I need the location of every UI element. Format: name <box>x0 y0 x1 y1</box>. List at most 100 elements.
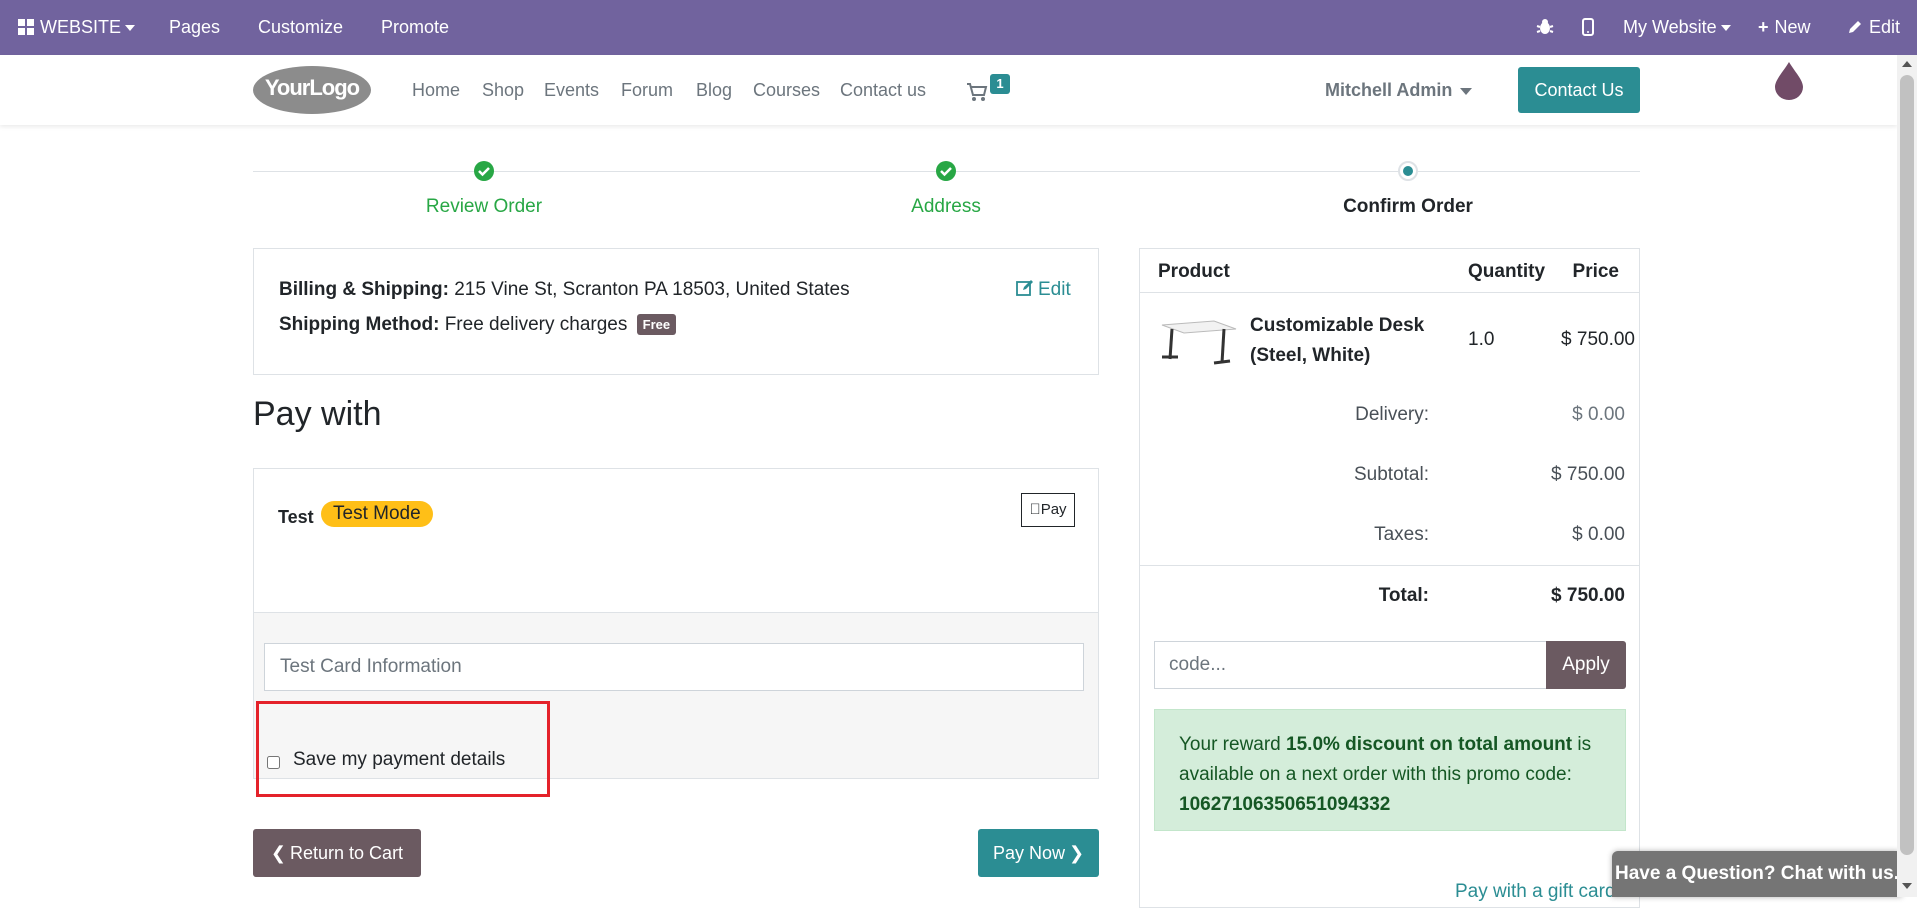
scroll-down-icon[interactable] <box>1902 883 1912 889</box>
current-step-icon <box>1398 161 1418 181</box>
site-logo[interactable]: YourLogo <box>252 65 372 115</box>
billing-address-line: Billing & Shipping: 215 Vine St, Scranto… <box>279 279 850 301</box>
header-divider <box>1140 292 1639 293</box>
provider-name: Test <box>278 507 314 527</box>
customize-menu[interactable]: Customize <box>258 0 343 55</box>
total-label: Total: <box>1378 585 1429 606</box>
nav-home[interactable]: Home <box>412 55 460 125</box>
user-menu[interactable]: Mitchell Admin <box>1325 55 1473 125</box>
apps-grid-icon <box>18 19 34 35</box>
reward-discount: 15.0% discount on total amount <box>1286 734 1573 755</box>
my-website-label: My Website <box>1623 17 1717 37</box>
edit-icon <box>1016 280 1033 296</box>
logo-text: YourLogo <box>264 75 360 100</box>
shipping-label: Shipping Method: <box>279 314 440 335</box>
free-badge: Free <box>636 314 677 336</box>
check-circle-icon <box>936 161 956 181</box>
mobile-icon <box>1582 18 1594 36</box>
subtotal-value: $ 750.00 <box>1551 464 1625 485</box>
edit-button[interactable]: Edit <box>1847 0 1900 55</box>
pay-with-heading: Pay with <box>253 395 382 433</box>
edit-label: Edit <box>1038 279 1071 300</box>
col-header-product: Product <box>1158 261 1230 282</box>
test-mode-badge: Test Mode <box>321 501 433 527</box>
order-summary: Product Quantity Price Customizable Desk… <box>1139 248 1640 908</box>
return-to-cart-button[interactable]: ❮ Return to Cart <box>253 829 421 877</box>
pencil-icon <box>1849 21 1861 33</box>
total-value: $ 750.00 <box>1551 585 1625 606</box>
reward-alert: Your reward 15.0% discount on total amou… <box>1154 709 1626 831</box>
check-circle-icon <box>474 161 494 181</box>
step-review-order[interactable]: Review Order <box>334 196 634 218</box>
delivery-value: $ 0.00 <box>1572 404 1625 425</box>
scroll-thumb[interactable] <box>1900 75 1914 855</box>
caret-down-icon <box>125 25 136 32</box>
nav-courses[interactable]: Courses <box>753 55 820 125</box>
taxes-label: Taxes: <box>1374 524 1429 545</box>
shipping-value: Free delivery charges <box>444 314 628 335</box>
nav-shop[interactable]: Shop <box>482 55 524 125</box>
chevron-left-icon: ❮ <box>270 843 287 863</box>
admin-bar: WEBSITE Pages Customize Promote My Websi… <box>0 0 1917 55</box>
site-header: YourLogo Home Shop Events Forum Blog Cou… <box>0 55 1897 125</box>
product-quantity: 1.0 <box>1468 329 1495 350</box>
card-info-input[interactable] <box>264 643 1084 691</box>
shipping-method-line: Shipping Method: Free delivery charges F… <box>279 314 677 336</box>
plus-icon: + <box>1758 17 1769 37</box>
col-header-quantity: Quantity <box>1468 261 1546 282</box>
edit-address-link[interactable]: Edit <box>1016 279 1071 301</box>
return-label: Return to Cart <box>290 843 404 863</box>
total-divider <box>1140 565 1639 566</box>
billing-shipping-box: Billing & Shipping: 215 Vine St, Scranto… <box>253 248 1099 375</box>
my-website-menu[interactable]: My Website <box>1623 0 1731 55</box>
pay-now-button[interactable]: Pay Now ❯ <box>978 829 1099 877</box>
delivery-label: Delivery: <box>1355 404 1429 425</box>
col-header-price: Price <box>1572 261 1619 282</box>
contact-us-button[interactable]: Contact Us <box>1518 67 1640 113</box>
nav-blog[interactable]: Blog <box>696 55 732 125</box>
step-address[interactable]: Address <box>796 196 1096 218</box>
apple-pay-logo: Pay <box>1021 493 1075 527</box>
taxes-value: $ 0.00 <box>1572 524 1625 545</box>
nav-events[interactable]: Events <box>544 55 599 125</box>
gift-card-link[interactable]: Pay with a gift card <box>1455 881 1616 903</box>
save-payment-label[interactable]: Save my payment details <box>293 749 505 771</box>
edit-label: Edit <box>1869 17 1901 37</box>
bug-icon <box>1536 19 1554 34</box>
payment-details-area: Save my payment details <box>254 613 1098 797</box>
reward-prefix: Your reward <box>1179 734 1287 755</box>
subtotal-label: Subtotal: <box>1354 464 1429 485</box>
nav-forum[interactable]: Forum <box>621 55 673 125</box>
billing-label: Billing & Shipping: <box>279 279 449 300</box>
new-label: New <box>1774 17 1811 37</box>
odoo-drop-icon <box>1775 62 1803 100</box>
mobile-preview-button[interactable] <box>1582 0 1594 55</box>
page-scrollbar[interactable] <box>1897 55 1917 897</box>
pages-menu[interactable]: Pages <box>169 0 220 55</box>
desk-product-image <box>1161 320 1237 365</box>
new-button[interactable]: + New <box>1758 0 1811 55</box>
debug-button[interactable] <box>1536 0 1554 55</box>
pay-now-label: Pay Now <box>992 843 1065 863</box>
cart-icon[interactable] <box>966 81 988 103</box>
promo-code-input[interactable] <box>1154 641 1546 689</box>
promote-menu[interactable]: Promote <box>381 0 449 55</box>
website-menu[interactable]: WEBSITE <box>18 0 136 55</box>
apply-promo-button[interactable]: Apply <box>1546 641 1626 689</box>
caret-down-icon <box>1460 87 1473 95</box>
reward-code: 10627106350651094332 <box>1179 794 1391 815</box>
user-name: Mitchell Admin <box>1325 80 1453 100</box>
chevron-right-icon: ❯ <box>1068 843 1085 863</box>
nav-contact-us[interactable]: Contact us <box>840 55 926 125</box>
step-confirm-order: Confirm Order <box>1343 196 1473 217</box>
product-price: $ 750.00 <box>1561 329 1635 350</box>
caret-down-icon <box>1720 25 1731 32</box>
cart-count-badge: 1 <box>990 74 1010 94</box>
scroll-up-icon[interactable] <box>1902 61 1912 67</box>
save-payment-checkbox[interactable] <box>267 756 280 769</box>
product-name[interactable]: Customizable Desk (Steel, White) <box>1250 311 1430 371</box>
save-payment-highlight: Save my payment details <box>256 701 550 797</box>
live-chat-button[interactable]: Have a Question? Chat with us. <box>1612 851 1902 897</box>
apple-pay-label: Pay <box>1035 501 1067 518</box>
payment-provider-row[interactable]: Test Test Mode Pay <box>254 469 1098 613</box>
